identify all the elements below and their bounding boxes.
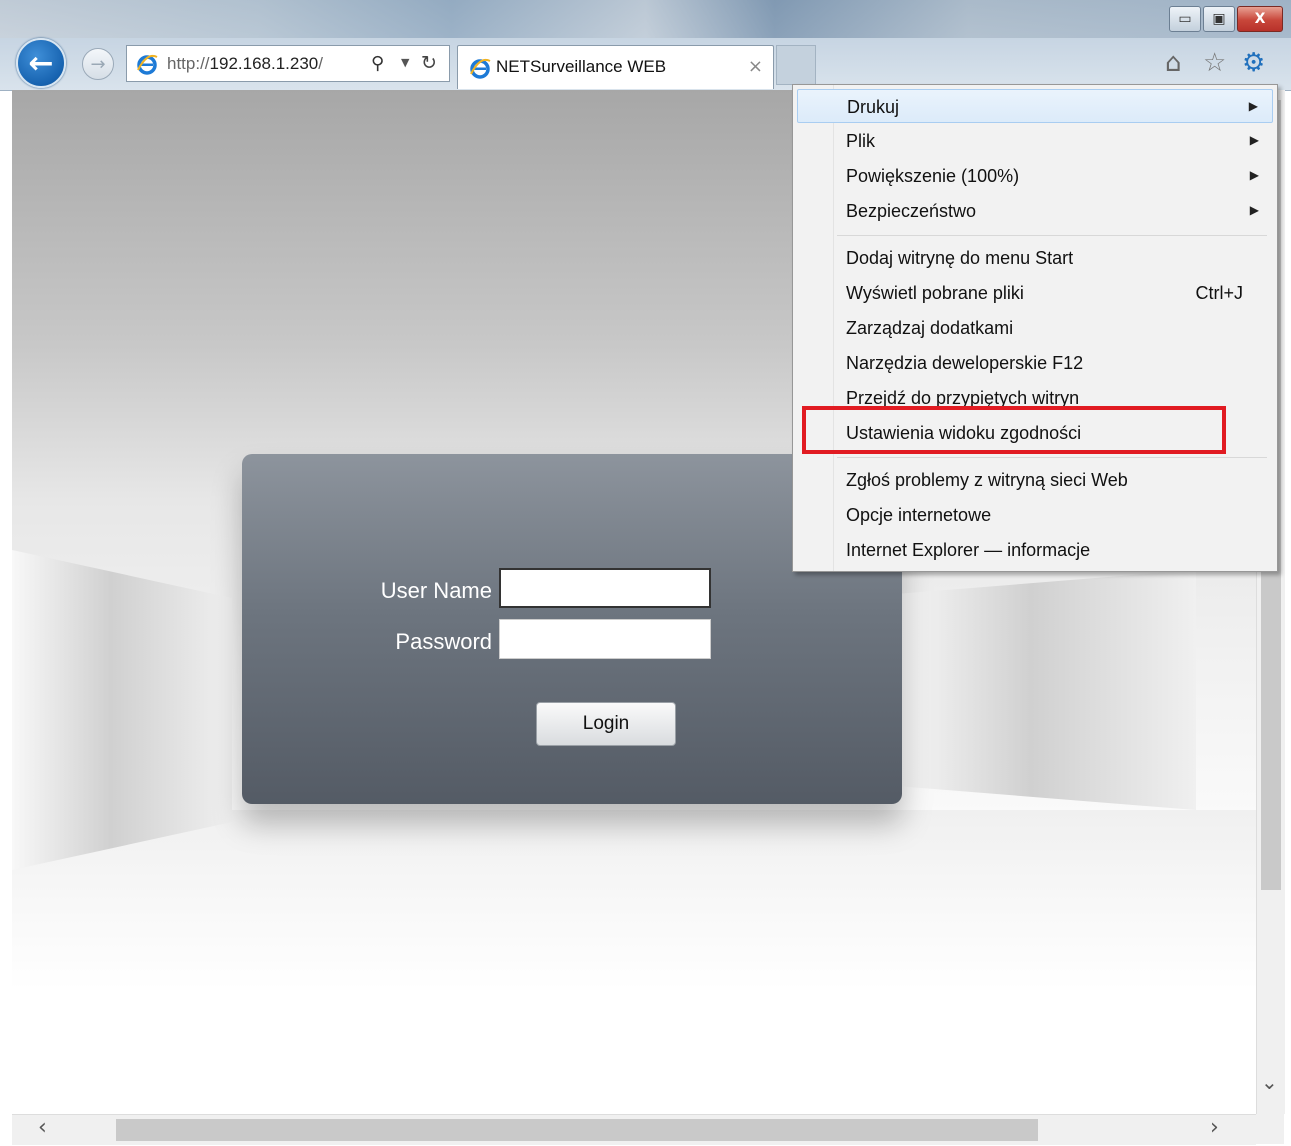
menu-item-internet-options[interactable]: Opcje internetowe — [797, 498, 1273, 532]
floor-background — [12, 810, 1256, 1110]
desktop-background-strip — [0, 0, 1291, 38]
favorites-star-icon[interactable]: ☆ — [1203, 48, 1226, 78]
arrow-left-icon: ← — [28, 45, 54, 81]
close-window-button[interactable]: X — [1237, 6, 1283, 32]
menu-item-label: Wyświetl pobrane pliki — [846, 283, 1024, 303]
ie-logo-icon — [137, 54, 158, 75]
menu-item-downloads[interactable]: Wyświetl pobrane pliki Ctrl+J — [797, 276, 1273, 310]
browser-tab[interactable]: NETSurveillance WEB × — [457, 45, 774, 89]
submenu-arrow-icon: ▶ — [1248, 99, 1258, 113]
url-text: http://192.168.1.230/ — [167, 54, 323, 73]
username-input[interactable] — [499, 568, 711, 608]
menu-item-manage-addons[interactable]: Zarządzaj dodatkami — [797, 311, 1273, 345]
menu-item-shortcut: Ctrl+J — [1195, 283, 1243, 303]
gear-icon[interactable]: ⚙ — [1242, 48, 1265, 78]
menu-item-report-problems[interactable]: Zgłoś problemy z witryną sieci Web — [797, 463, 1273, 497]
menu-item-add-to-start[interactable]: Dodaj witrynę do menu Start — [797, 241, 1273, 275]
highlight-annotation-box — [802, 406, 1226, 454]
tools-menu: Drukuj ▶ Plik ▶ Powiększenie (100%) ▶ Be… — [792, 84, 1278, 572]
menu-item-label: Internet Explorer — informacje — [846, 540, 1091, 560]
back-button[interactable]: ← — [16, 38, 66, 88]
submenu-arrow-icon: ▶ — [1249, 133, 1259, 147]
browser-toolbar: ▭ ▣ X ← → http://192.168.1.230/ ⚲ ▼ ↻ NE… — [0, 0, 1291, 91]
menu-item-dev-tools[interactable]: Narzędzia deweloperskie F12 — [797, 346, 1273, 380]
menu-separator — [837, 457, 1267, 458]
menu-item-label: Zarządzaj dodatkami — [846, 318, 1014, 338]
menu-item-about-ie[interactable]: Internet Explorer — informacje — [797, 533, 1273, 567]
window-controls: ▭ ▣ X — [1167, 6, 1283, 34]
submenu-arrow-icon: ▶ — [1249, 168, 1259, 182]
arrow-right-icon: → — [90, 53, 106, 75]
menu-item-label: Drukuj — [847, 97, 900, 117]
password-input[interactable] — [499, 619, 711, 659]
search-icon[interactable]: ⚲ — [371, 53, 384, 74]
chevron-right-icon[interactable]: › — [1210, 1115, 1219, 1140]
password-label: Password — [395, 629, 492, 654]
menu-item-label: Bezpieczeństwo — [846, 201, 977, 221]
menu-item-label: Powiększenie (100%) — [846, 166, 1020, 186]
restore-button[interactable]: ▣ — [1203, 6, 1235, 32]
horizontal-scroll-thumb[interactable] — [116, 1119, 1038, 1141]
menu-separator — [837, 235, 1267, 236]
menu-item-bezpieczenstwo[interactable]: Bezpieczeństwo ▶ — [797, 194, 1273, 228]
menu-item-label: Zgłoś problemy z witryną sieci Web — [846, 470, 1128, 490]
chevron-left-icon[interactable]: ‹ — [38, 1115, 47, 1140]
chevron-down-icon[interactable]: ⌄ — [1261, 1070, 1278, 1094]
forward-button[interactable]: → — [82, 48, 114, 80]
horizontal-scrollbar[interactable]: ‹ › — [12, 1114, 1256, 1145]
menu-item-label: Narzędzia deweloperskie F12 — [846, 353, 1084, 373]
refresh-icon[interactable]: ↻ — [421, 52, 437, 74]
menu-item-drukuj[interactable]: Drukuj ▶ — [797, 89, 1273, 123]
ie-logo-icon — [470, 58, 491, 79]
address-bar[interactable]: http://192.168.1.230/ ⚲ ▼ ↻ — [126, 45, 450, 82]
menu-item-label: Dodaj witrynę do menu Start — [846, 248, 1074, 268]
submenu-arrow-icon: ▶ — [1249, 203, 1259, 217]
menu-item-powiekszenie[interactable]: Powiększenie (100%) ▶ — [797, 159, 1273, 193]
menu-item-label: Plik — [846, 131, 876, 151]
tab-title: NETSurveillance WEB — [496, 57, 667, 76]
minimize-button[interactable]: ▭ — [1169, 6, 1201, 32]
username-label: User Name — [380, 578, 492, 603]
home-icon[interactable]: ⌂ — [1165, 48, 1182, 78]
login-button[interactable]: Login — [536, 702, 676, 746]
menu-item-label: Opcje internetowe — [846, 505, 992, 525]
background-pillar-left — [12, 550, 232, 870]
new-tab-button[interactable] — [776, 45, 816, 85]
background-pillar-right — [896, 570, 1196, 810]
dropdown-arrow-icon[interactable]: ▼ — [401, 56, 409, 69]
menu-item-plik[interactable]: Plik ▶ — [797, 124, 1273, 158]
scrollbar-corner — [1256, 1114, 1284, 1144]
close-tab-icon[interactable]: × — [748, 56, 763, 77]
